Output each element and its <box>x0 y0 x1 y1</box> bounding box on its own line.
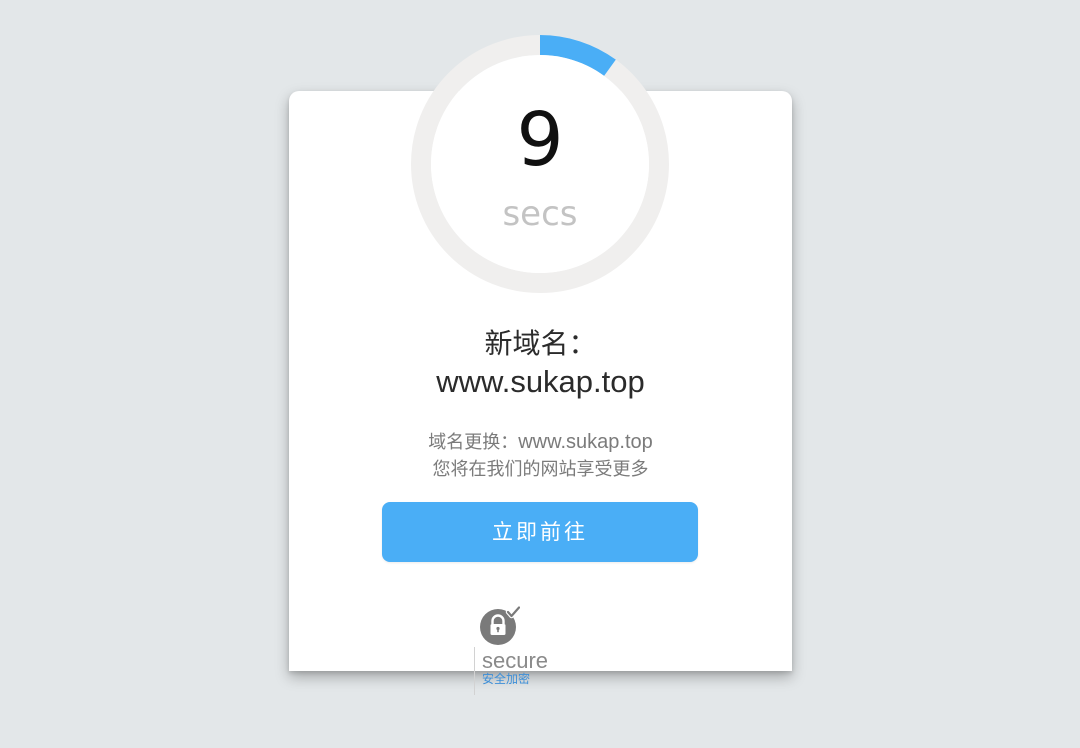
domain-change-notice: 域名更换：www.sukap.top <box>289 430 792 455</box>
countdown-unit: secs <box>502 194 578 234</box>
domain-change-url: www.sukap.top <box>518 431 653 453</box>
countdown-ring: 9 secs <box>411 35 669 293</box>
new-domain-url[interactable]: www.sukap.top <box>289 362 792 402</box>
countdown-number: 9 <box>516 97 564 183</box>
secure-label: secure <box>482 648 549 673</box>
enjoy-more-text: 您将在我们的网站享受更多 <box>432 459 649 480</box>
new-domain-title: 新域名： <box>484 327 597 360</box>
secure-divider <box>474 647 475 695</box>
secure-sub-label: 安全加密 <box>482 672 531 686</box>
secure-badge: secure 安全加密 <box>474 603 564 695</box>
lock-check-icon <box>480 606 520 645</box>
domain-change-label: 域名更换： <box>428 432 519 453</box>
go-now-button[interactable]: 立即前往 <box>382 502 698 562</box>
